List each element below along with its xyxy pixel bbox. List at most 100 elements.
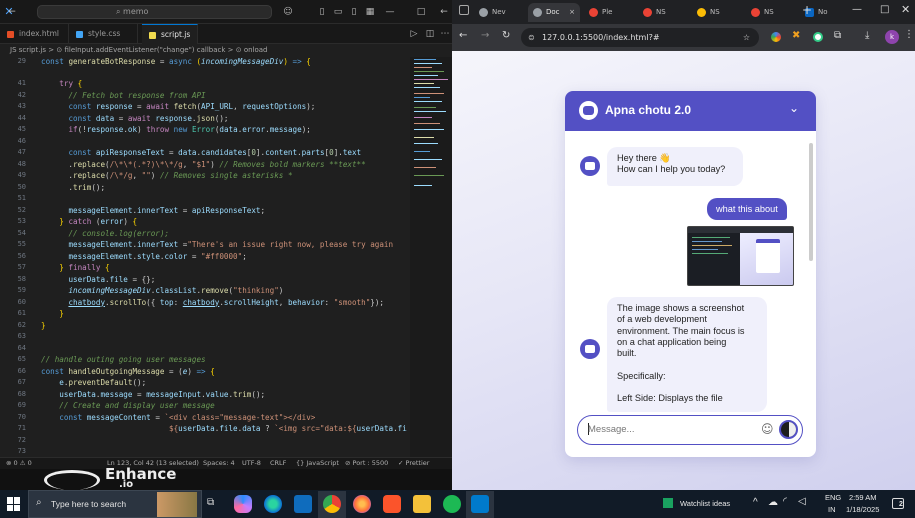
drive-icon [697,8,706,17]
language-mode[interactable]: {} JavaScript [296,458,339,469]
live-server-port[interactable]: ⊘ Port : 5500 [345,458,388,469]
browser-menu-icon[interactable]: ⋮ [904,29,914,40]
prettier-status[interactable]: ✓ Prettier [398,458,429,469]
windows-taskbar: ⌕ Type here to search ⧉ Watchlist ideas … [0,490,915,518]
tab-favicon-icon [479,8,488,17]
user-image-attachment[interactable] [687,226,794,286]
forward-icon[interactable]: → [481,30,489,41]
chrome-icon[interactable] [323,495,341,513]
chat-scrollbar[interactable] [809,143,813,261]
site-info-icon[interactable]: ⊜ [528,28,535,47]
attached-file-thumbnail[interactable] [779,420,798,439]
system-tray: Watchlist ideas ^ ☁ ◜ ◁ ENG IN 2:59 AM 1… [660,490,915,518]
region-code[interactable]: IN [828,505,836,514]
language-code[interactable]: ENG [825,493,841,502]
watchlist-chart-icon[interactable] [663,498,673,508]
bot-avatar-icon [580,156,600,176]
command-center-search[interactable]: ⌕ memo [37,5,272,19]
toggle-secondary-icon[interactable]: ▯ [347,5,361,19]
wifi-icon[interactable]: ◜ [783,496,787,507]
browser-tab[interactable]: Ple [584,3,636,22]
collapse-chevron-icon[interactable]: ⌄ [789,101,799,115]
split-editor-icon[interactable]: ◫ [423,27,437,41]
tab-search-icon[interactable] [459,5,469,15]
close-icon[interactable]: ← [437,5,451,19]
onedrive-icon[interactable]: ☁ [768,497,778,508]
browser-tab-active[interactable]: Doc × [528,3,580,22]
extensions-puzzle-icon[interactable]: ⧉ [834,30,841,41]
clock-date[interactable]: 1/18/2025 [846,505,879,514]
download-icon[interactable]: ⤓ [865,30,869,41]
message-line [617,382,757,393]
tab-close-icon[interactable]: × [569,3,575,22]
chat-footer: Message... ☺ [565,407,816,457]
encoding[interactable]: UTF-8 [242,458,261,469]
run-icon[interactable]: ▷ [407,27,421,41]
extension-tools-icon[interactable]: ✖ [792,30,800,41]
message-placeholder: Message... [588,424,635,435]
close-icon[interactable]: ✕ [901,3,910,16]
more-actions-icon[interactable]: ⋯ [438,27,452,41]
maximize-icon[interactable]: □ [414,5,428,19]
tab-label: index.html [19,29,59,38]
task-view-icon[interactable]: ⧉ [207,497,214,508]
tab-title: Ple [602,8,613,16]
edge-icon[interactable] [264,495,282,513]
watchlist-label[interactable]: Watchlist ideas [680,499,730,508]
outlook-icon[interactable] [294,495,312,513]
browser-tab[interactable]: NS [638,3,690,22]
back-icon[interactable]: ← [459,30,467,41]
extension-icon[interactable] [771,32,781,42]
line-ending[interactable]: CRLF [270,458,286,469]
message-input[interactable]: Message... ☺ [577,415,803,445]
breadcrumb[interactable]: JS script.js > ⊙ fileInput.addEventListe… [0,44,452,57]
maximize-icon[interactable]: □ [880,4,889,15]
notifications-icon[interactable]: 2 [892,498,904,509]
bookmark-star-icon[interactable]: ☆ [743,28,750,47]
plus-icon[interactable]: + [802,3,812,17]
tab-index-html[interactable]: index.html [0,24,69,44]
search-placeholder: Type here to search [51,499,127,509]
message-line: on a chat application being [617,336,727,347]
code-editor[interactable]: const generateBotResponse = async (incom… [0,57,410,457]
minimap[interactable] [410,57,452,457]
windows-start-icon[interactable] [7,497,21,511]
chat-body[interactable]: Hey there 👋 How can I help you today? wh… [565,131,816,412]
tab-title: Doc [546,8,560,16]
copilot-app-icon[interactable] [234,495,252,513]
minimize-icon[interactable]: — [852,4,862,15]
taskbar-search[interactable]: ⌕ Type here to search [28,490,202,518]
copilot-icon[interactable]: ☺ [281,5,295,19]
spotify-icon[interactable] [443,495,461,513]
message-line: How can I help you today? [617,164,726,175]
toggle-sidebar-icon[interactable]: ▯ [315,5,329,19]
browser-tab[interactable]: NS [746,3,798,22]
clock-time[interactable]: 2:59 AM [849,493,877,502]
indentation[interactable]: Spaces: 4 [203,458,235,469]
browser-toolbar: ← → ↻ ⊜ 127.0.0.1:5500/index.html?# ☆ ✖ … [452,24,915,51]
volume-icon[interactable]: ◁ [798,496,806,507]
brave-icon[interactable] [383,495,401,513]
tab-style-css[interactable]: style.css [69,24,138,44]
reload-icon[interactable]: ↻ [502,30,510,41]
chatbot-title: Apna chotu 2.0 [605,103,692,117]
browser-tab[interactable]: NS [692,3,744,22]
minimize-icon[interactable]: — [383,5,397,19]
file-explorer-icon[interactable] [413,495,431,513]
firefox-icon[interactable] [353,495,371,513]
toggle-panel-icon[interactable]: ▭ [331,5,345,19]
extension-check-icon[interactable] [813,32,823,42]
show-hidden-icons-icon[interactable]: ^ [753,497,758,508]
vscode-icon[interactable] [471,495,489,513]
tab-title: NS [710,8,720,16]
layout-icon[interactable]: ▦ [363,5,377,19]
tab-script-js[interactable]: script.js [142,24,198,44]
back-arrow-icon[interactable]: ← [5,5,19,19]
address-bar[interactable]: ⊜ 127.0.0.1:5500/index.html?# ☆ [521,28,759,47]
profile-avatar[interactable]: k [885,30,899,44]
emoji-icon[interactable]: ☺ [761,422,774,436]
problems-indicator[interactable]: ⊗ 0 ⚠ 0 [6,458,32,469]
search-highlight-image [157,492,197,517]
browser-tab[interactable]: Nev [474,3,526,22]
message-line: of a web development [617,314,707,325]
